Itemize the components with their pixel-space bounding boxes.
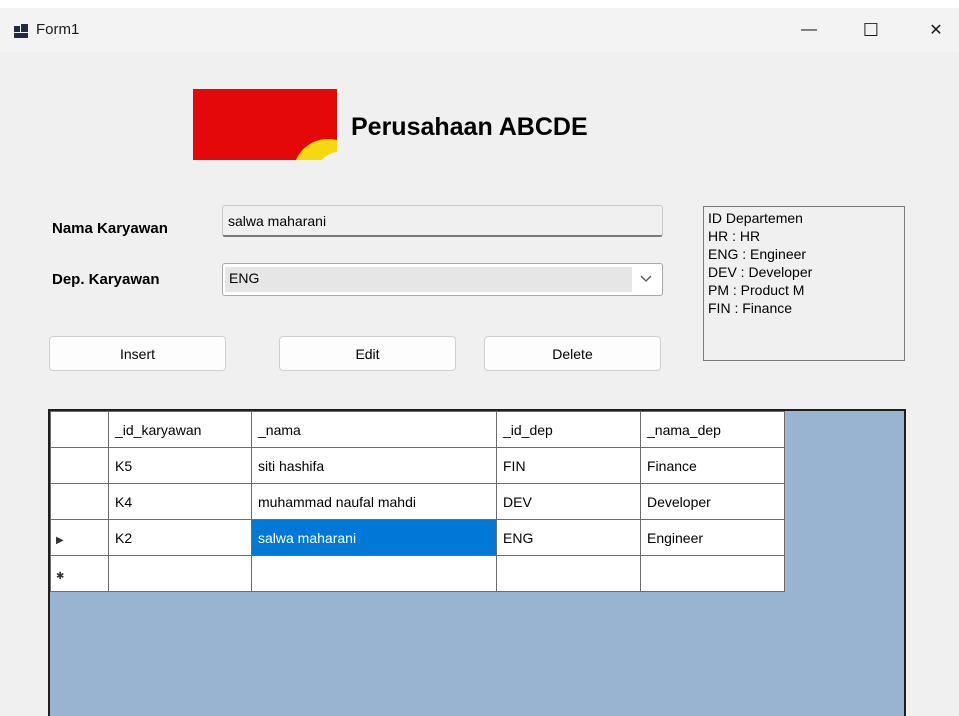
- new-row-asterisk-icon: ✱: [56, 570, 65, 582]
- grid-cell[interactable]: DEV: [496, 483, 641, 520]
- column-header[interactable]: _id_dep: [496, 411, 641, 448]
- grid-cell[interactable]: [251, 555, 497, 592]
- table-row-current[interactable]: ▶ K2 salwa maharani ENG Engineer: [50, 519, 785, 556]
- data-grid[interactable]: _id_karyawan _nama _id_dep _nama_dep K5 …: [48, 409, 906, 716]
- department-listbox[interactable]: ID Departemen HR : HR ENG : Engineer DEV…: [703, 206, 905, 361]
- row-header[interactable]: ▶: [50, 519, 109, 556]
- row-header[interactable]: [50, 447, 109, 484]
- grid-cell[interactable]: [108, 555, 252, 592]
- grid-cell[interactable]: K2: [108, 519, 252, 556]
- grid-cell[interactable]: [496, 555, 641, 592]
- grid-cell[interactable]: ENG: [496, 519, 641, 556]
- table-row[interactable]: K4 muhammad naufal mahdi DEV Developer: [50, 483, 785, 520]
- chevron-down-icon[interactable]: [640, 271, 652, 286]
- grid-cell[interactable]: siti hashifa: [251, 447, 497, 484]
- dept-combobox-value: ENG: [225, 267, 632, 292]
- table-row-new[interactable]: ✱: [50, 555, 785, 592]
- grid-cell[interactable]: K4: [108, 483, 252, 520]
- dept-list-item: DEV : Developer: [708, 264, 813, 280]
- row-header[interactable]: ✱: [50, 555, 109, 592]
- row-header-corner[interactable]: [50, 411, 109, 448]
- close-icon: ✕: [929, 22, 943, 39]
- dept-list-item: PM : Product M: [708, 282, 805, 298]
- company-title: Perusahaan ABCDE: [351, 113, 588, 141]
- maximize-button[interactable]: ☐: [848, 8, 894, 52]
- column-header[interactable]: _id_karyawan: [108, 411, 252, 448]
- name-textbox[interactable]: salwa maharani: [222, 205, 663, 237]
- name-label: Nama Karyawan: [52, 220, 168, 237]
- column-header[interactable]: _nama: [251, 411, 497, 448]
- row-header[interactable]: [50, 483, 109, 520]
- grid-cell[interactable]: K5: [108, 447, 252, 484]
- grid-cell[interactable]: FIN: [496, 447, 641, 484]
- dept-list-item: ID Departemen: [708, 210, 803, 226]
- table-row[interactable]: K5 siti hashifa FIN Finance: [50, 447, 785, 484]
- current-row-arrow-icon: ▶: [56, 534, 64, 546]
- grid-cell[interactable]: Engineer: [640, 519, 785, 556]
- minimize-icon: —: [801, 21, 817, 38]
- data-grid-table: _id_karyawan _nama _id_dep _nama_dep K5 …: [50, 411, 785, 592]
- form1-window: Form1 — ☐ ✕ Perusahaan ABCDE Nama Karyaw…: [0, 0, 959, 716]
- dept-list-item: HR : HR: [708, 228, 761, 244]
- insert-button[interactable]: Insert: [49, 336, 226, 371]
- delete-button[interactable]: Delete: [484, 336, 661, 371]
- window-title: Form1: [36, 21, 80, 38]
- grid-cell[interactable]: muhammad naufal mahdi: [251, 483, 497, 520]
- column-header[interactable]: _nama_dep: [640, 411, 785, 448]
- edit-button[interactable]: Edit: [279, 336, 456, 371]
- grid-cell-selected[interactable]: salwa maharani: [251, 519, 497, 556]
- top-strip: [0, 0, 959, 8]
- company-logo: [193, 89, 337, 160]
- dept-combobox[interactable]: ENG: [222, 263, 663, 296]
- maximize-icon: ☐: [862, 19, 880, 40]
- dept-label: Dep. Karyawan: [52, 271, 160, 288]
- minimize-button[interactable]: —: [786, 8, 832, 52]
- grid-cell[interactable]: [640, 555, 785, 592]
- app-icon: [14, 24, 28, 38]
- grid-cell[interactable]: Developer: [640, 483, 785, 520]
- close-button[interactable]: ✕: [913, 8, 959, 52]
- dept-list-item: FIN : Finance: [708, 300, 793, 316]
- grid-header-row: _id_karyawan _nama _id_dep _nama_dep: [50, 411, 785, 448]
- dept-list-item: ENG : Engineer: [708, 246, 807, 262]
- grid-cell[interactable]: Finance: [640, 447, 785, 484]
